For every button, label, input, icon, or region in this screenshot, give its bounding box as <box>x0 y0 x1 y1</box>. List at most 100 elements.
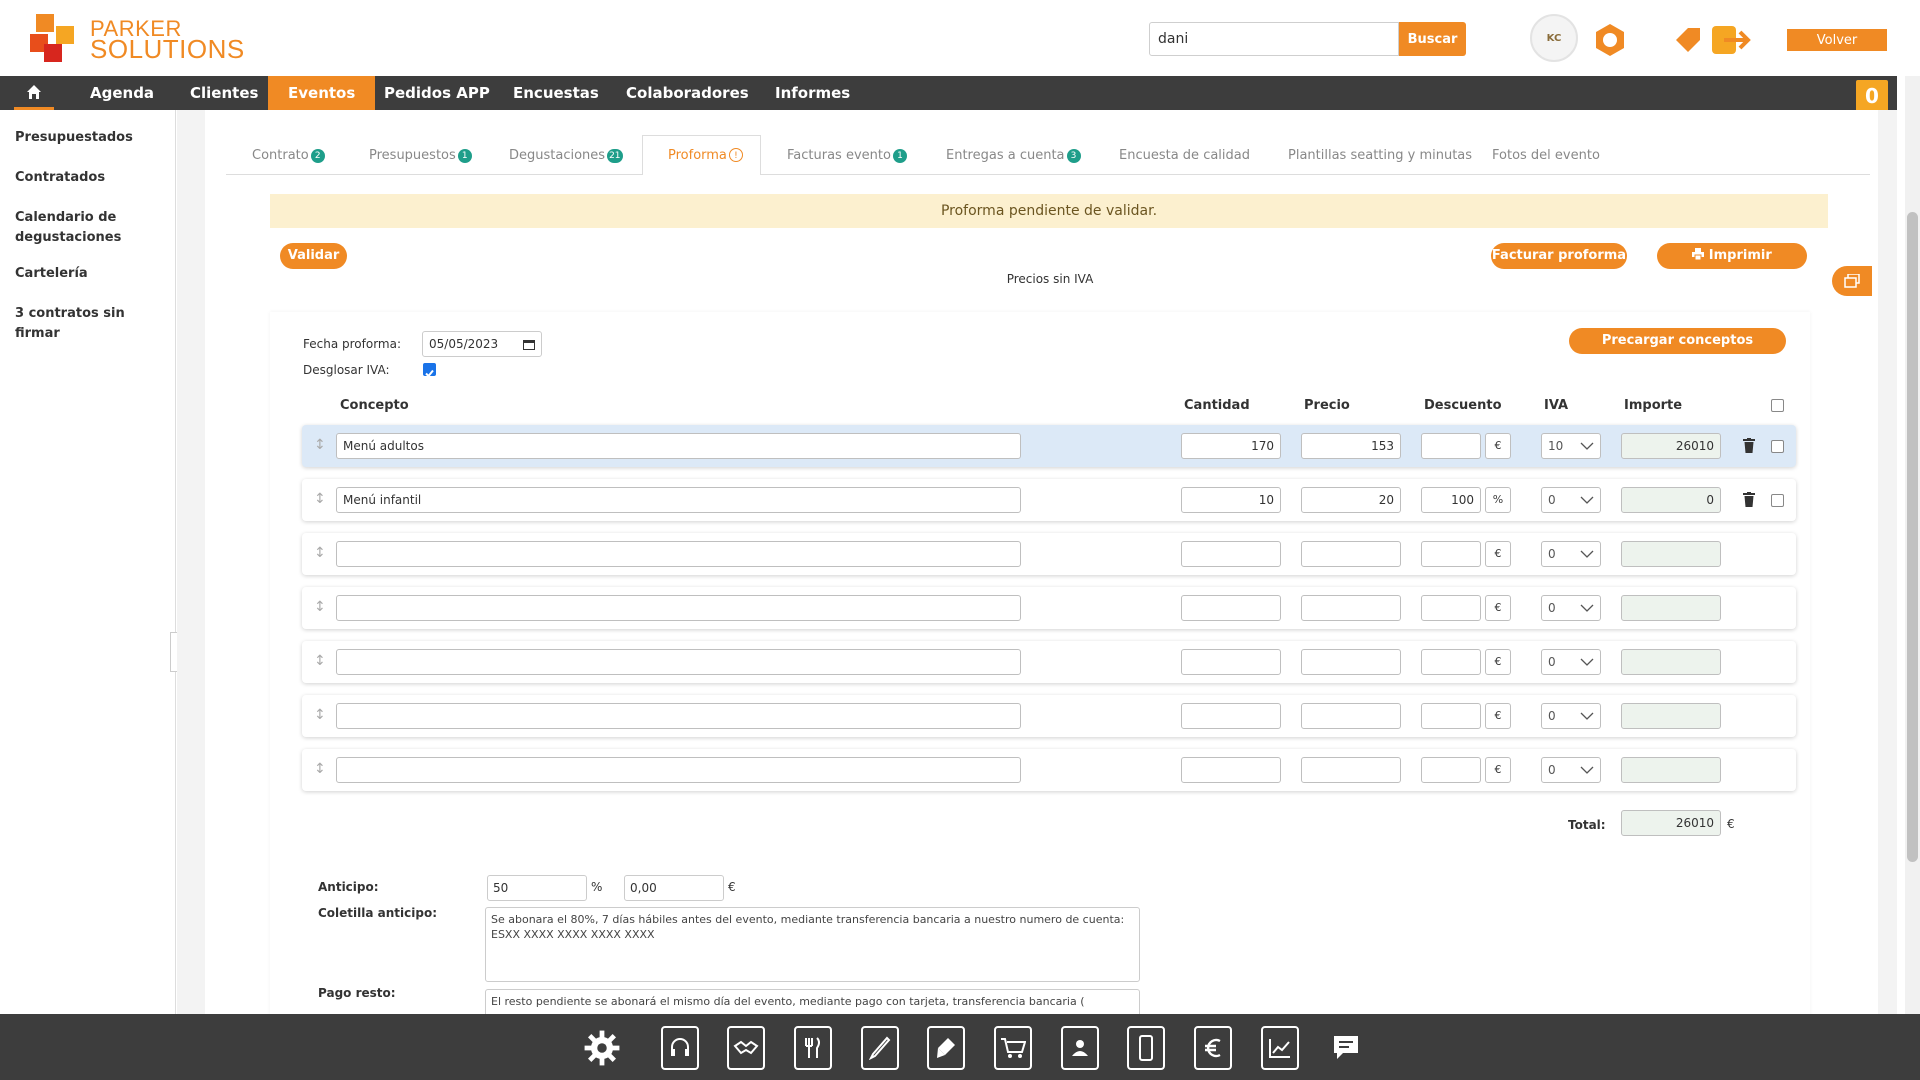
anticipo-pct-input[interactable]: 50 <box>487 875 587 901</box>
nav-eventos[interactable]: Eventos <box>268 76 376 110</box>
precio-input[interactable] <box>1301 703 1401 729</box>
descuento-unit-toggle[interactable]: € <box>1485 595 1511 621</box>
tab-entregas-a-cuenta[interactable]: Entregas a cuenta 3 <box>946 148 1081 163</box>
nav-home[interactable] <box>14 76 54 110</box>
descuento-input[interactable] <box>1421 595 1481 621</box>
sidebar-item-carteleria[interactable]: Cartelería <box>15 264 165 284</box>
precio-input[interactable]: 20 <box>1301 487 1401 513</box>
cantidad-input[interactable] <box>1181 757 1281 783</box>
precio-input[interactable] <box>1301 541 1401 567</box>
sidebar-item-presupuestados[interactable]: Presupuestados <box>15 128 165 148</box>
contacts-icon[interactable] <box>1061 1026 1099 1070</box>
precio-input[interactable] <box>1301 595 1401 621</box>
headset-icon[interactable] <box>661 1026 699 1070</box>
descuento-unit-toggle[interactable]: € <box>1485 541 1511 567</box>
descuento-input[interactable]: 100 <box>1421 487 1481 513</box>
chat-icon[interactable] <box>1327 1026 1365 1070</box>
anticipo-amount-input[interactable]: 0,00 <box>624 875 724 901</box>
trash-icon[interactable] <box>1743 438 1755 453</box>
nav-agenda[interactable]: Agenda <box>70 76 174 110</box>
nav-colaboradores[interactable]: Colaboradores <box>606 76 769 110</box>
descuento-input[interactable] <box>1421 703 1481 729</box>
calendar-icon[interactable] <box>523 338 535 350</box>
drag-handle-icon[interactable]: ↕ <box>314 545 326 561</box>
concepto-input[interactable] <box>336 541 1021 567</box>
descuento-input[interactable] <box>1421 433 1481 459</box>
sidebar-item-calendario[interactable]: Calendario de degustaciones <box>15 208 165 248</box>
fecha-proforma-input[interactable]: 05/05/2023 <box>422 331 542 357</box>
trash-icon[interactable] <box>1743 492 1755 507</box>
tab-fotos-evento[interactable]: Fotos del evento <box>1492 148 1600 163</box>
row-select-checkbox[interactable] <box>1771 440 1784 453</box>
precargar-conceptos-button[interactable]: Precargar conceptos proforma <box>1569 328 1786 374</box>
precio-input[interactable] <box>1301 757 1401 783</box>
logout-icon[interactable] <box>1710 22 1756 58</box>
drag-handle-icon[interactable]: ↕ <box>314 491 326 507</box>
concepto-input[interactable] <box>336 703 1021 729</box>
descuento-input[interactable] <box>1421 541 1481 567</box>
validar-button[interactable]: Validar <box>280 243 347 269</box>
drag-handle-icon[interactable]: ↕ <box>314 761 326 777</box>
cantidad-input[interactable]: 10 <box>1181 487 1281 513</box>
search-button[interactable]: Buscar <box>1399 22 1466 56</box>
concepto-input[interactable] <box>336 595 1021 621</box>
descuento-unit-toggle[interactable]: % <box>1485 487 1511 513</box>
cutlery-icon[interactable] <box>794 1026 832 1070</box>
descuento-unit-toggle[interactable]: € <box>1485 757 1511 783</box>
gear-icon[interactable] <box>583 1026 621 1070</box>
tab-plantillas[interactable]: Plantillas seatting y minutas <box>1288 148 1472 163</box>
precio-input[interactable]: 153 <box>1301 433 1401 459</box>
concepto-input[interactable]: Menú adultos <box>336 433 1021 459</box>
tab-proforma[interactable]: Proforma! <box>668 148 743 163</box>
coletilla-anticipo-textarea[interactable]: Se abonara el 80%, 7 días hábiles antes … <box>485 907 1140 982</box>
cantidad-input[interactable] <box>1181 703 1281 729</box>
cantidad-input[interactable] <box>1181 595 1281 621</box>
nav-encuestas[interactable]: Encuestas <box>493 76 619 110</box>
concepto-input[interactable]: Menú infantil <box>336 487 1021 513</box>
euro-icon[interactable] <box>1194 1026 1232 1070</box>
mobile-icon[interactable] <box>1127 1026 1165 1070</box>
iva-select[interactable]: 10 <box>1541 433 1601 459</box>
tab-facturas-evento[interactable]: Facturas evento 1 <box>787 148 907 163</box>
marker-icon[interactable] <box>927 1026 965 1070</box>
cart-count-badge[interactable]: 0 <box>1856 80 1888 112</box>
drag-handle-icon[interactable]: ↕ <box>314 437 326 453</box>
cantidad-input[interactable] <box>1181 541 1281 567</box>
tab-contrato[interactable]: Contrato 2 <box>252 148 325 163</box>
pen-icon[interactable] <box>861 1026 899 1070</box>
hexagon-icon[interactable] <box>1592 22 1628 58</box>
concepto-input[interactable] <box>336 757 1021 783</box>
nav-clientes[interactable]: Clientes <box>170 76 278 110</box>
brand-logo[interactable]: PARKER SOLUTIONS <box>30 14 244 64</box>
descuento-unit-toggle[interactable]: € <box>1485 433 1511 459</box>
iva-select[interactable]: 0 <box>1541 757 1601 783</box>
descuento-unit-toggle[interactable]: € <box>1485 649 1511 675</box>
precio-input[interactable] <box>1301 649 1401 675</box>
drag-handle-icon[interactable]: ↕ <box>314 707 326 723</box>
select-all-checkbox[interactable] <box>1771 399 1784 412</box>
tab-degustaciones[interactable]: Degustaciones 21 <box>509 148 623 163</box>
avatar[interactable]: KC <box>1530 14 1578 62</box>
tab-encuesta-calidad[interactable]: Encuesta de calidad <box>1119 148 1250 163</box>
drag-handle-icon[interactable]: ↕ <box>314 599 326 615</box>
cart-icon[interactable] <box>994 1026 1032 1070</box>
descuento-input[interactable] <box>1421 757 1481 783</box>
iva-select[interactable]: 0 <box>1541 703 1601 729</box>
search-input[interactable] <box>1149 22 1399 56</box>
row-select-checkbox[interactable] <box>1771 494 1784 507</box>
cantidad-input[interactable] <box>1181 649 1281 675</box>
volver-button[interactable]: Volver <box>1787 29 1887 51</box>
sidebar-item-contratados[interactable]: Contratados <box>15 168 165 188</box>
tab-presupuestos[interactable]: Presupuestos 1 <box>369 148 472 163</box>
imprimir-proforma-button[interactable]: Imprimir proforma <box>1657 243 1807 289</box>
sidebar-item-contratos-sin-firmar[interactable]: 3 contratos sin firmar <box>15 304 165 344</box>
facturar-proforma-button[interactable]: Facturar proforma <box>1491 243 1627 269</box>
iva-select[interactable]: 0 <box>1541 487 1601 513</box>
iva-select[interactable]: 0 <box>1541 541 1601 567</box>
concepto-input[interactable] <box>336 649 1021 675</box>
scrollbar-thumb[interactable] <box>1907 212 1918 862</box>
iva-select[interactable]: 0 <box>1541 595 1601 621</box>
nav-pedidos-app[interactable]: Pedidos APP <box>364 76 510 110</box>
drag-handle-icon[interactable]: ↕ <box>314 653 326 669</box>
descuento-unit-toggle[interactable]: € <box>1485 703 1511 729</box>
